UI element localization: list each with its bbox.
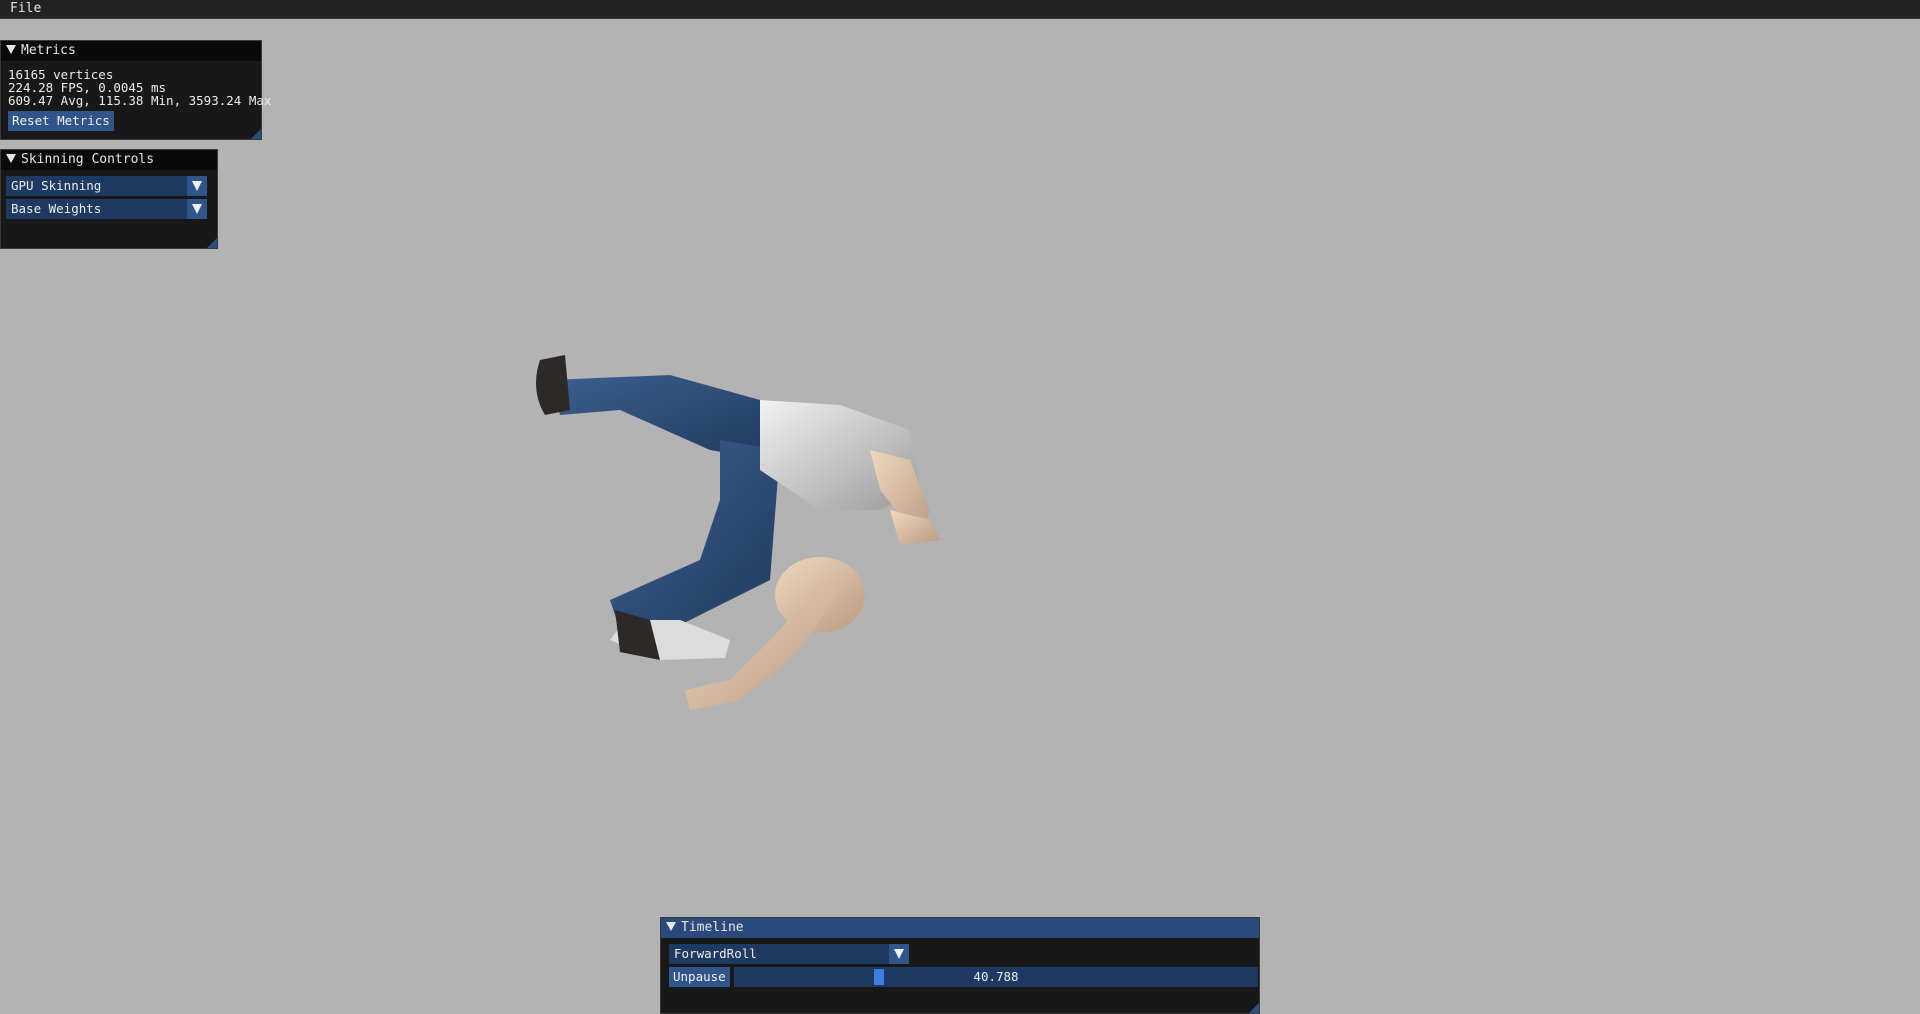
menu-file[interactable]: File bbox=[10, 1, 41, 17]
animation-dropdown[interactable]: ForwardRoll bbox=[669, 944, 909, 964]
dropdown-arrow-icon[interactable] bbox=[187, 199, 207, 219]
skinning-controls-panel: Skinning Controls GPU Skinning Base Weig… bbox=[0, 149, 218, 249]
collapse-triangle-icon[interactable] bbox=[666, 922, 676, 931]
timeline-title: Timeline bbox=[681, 920, 744, 935]
dropdown-arrow-icon[interactable] bbox=[889, 944, 909, 964]
weights-value: Base Weights bbox=[11, 201, 102, 216]
collapse-triangle-icon[interactable] bbox=[6, 154, 16, 163]
menu-bar: File bbox=[0, 0, 1920, 19]
dropdown-arrow-icon[interactable] bbox=[187, 176, 207, 196]
time-slider[interactable]: 40.788 bbox=[734, 967, 1258, 987]
skinning-title: Skinning Controls bbox=[21, 152, 155, 167]
resize-grip-icon[interactable] bbox=[251, 129, 261, 139]
weights-dropdown[interactable]: Base Weights bbox=[6, 199, 207, 219]
metrics-panel: Metrics 16165 vertices 224.28 FPS, 0.004… bbox=[0, 40, 271, 140]
stats-readout: 609.47 Avg, 115.38 Min, 3593.24 Max bbox=[8, 93, 272, 108]
time-value: 40.788 bbox=[973, 969, 1019, 984]
resize-grip-icon[interactable] bbox=[1249, 1003, 1259, 1013]
skinning-mode-value: GPU Skinning bbox=[11, 178, 102, 193]
skinning-mode-dropdown[interactable]: GPU Skinning bbox=[6, 176, 207, 196]
metrics-title: Metrics bbox=[21, 43, 76, 58]
character-model bbox=[536, 355, 940, 710]
reset-metrics-button[interactable]: Reset Metrics bbox=[8, 111, 114, 131]
metrics-header[interactable]: Metrics bbox=[1, 41, 261, 61]
skinning-header[interactable]: Skinning Controls bbox=[1, 150, 217, 170]
resize-grip-icon[interactable] bbox=[207, 238, 217, 248]
timeline-header[interactable]: Timeline bbox=[661, 918, 1259, 938]
timeline-panel: Timeline ForwardRoll Unpause 40.788 bbox=[660, 917, 1260, 1014]
animation-value: ForwardRoll bbox=[674, 946, 757, 961]
unpause-button[interactable]: Unpause bbox=[669, 967, 730, 987]
collapse-triangle-icon[interactable] bbox=[6, 45, 16, 54]
